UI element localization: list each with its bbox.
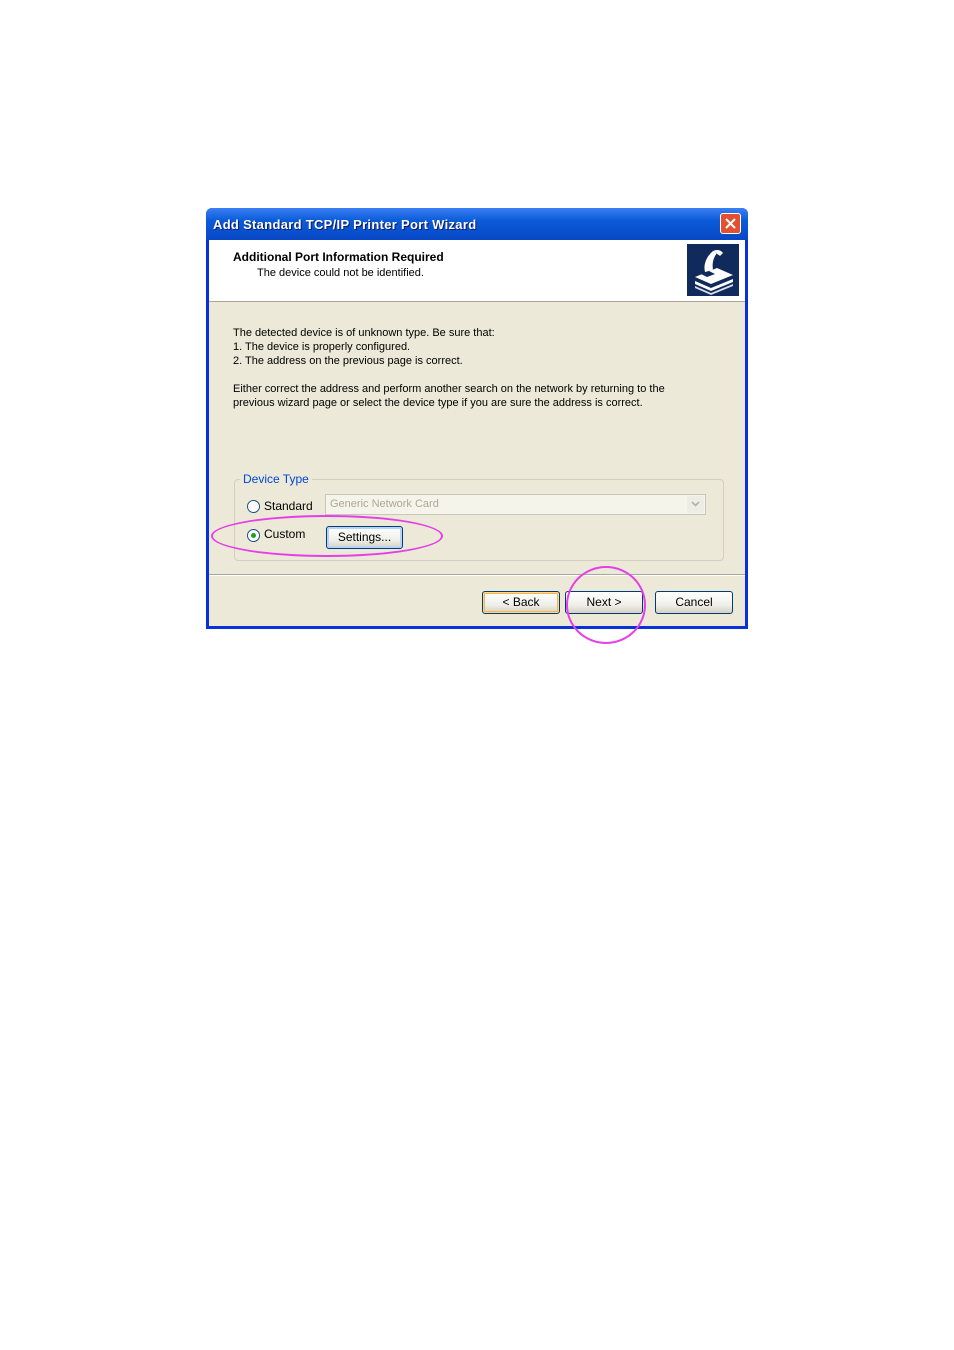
- back-button[interactable]: < Back: [482, 591, 560, 614]
- close-button[interactable]: [720, 213, 741, 234]
- wizard-header: Additional Port Information Required The…: [209, 240, 745, 302]
- info-line-2: 1. The device is properly configured.: [233, 341, 411, 353]
- next-button[interactable]: Next >: [565, 591, 643, 614]
- custom-radio-label[interactable]: Custom: [264, 527, 305, 541]
- footer-divider: [209, 574, 745, 576]
- info-paragraph-line-1: Either correct the address and perform a…: [233, 383, 665, 395]
- header-subtitle: The device could not be identified.: [257, 267, 424, 279]
- window-title: Add Standard TCP/IP Printer Port Wizard: [213, 217, 477, 232]
- info-paragraph-line-2: previous wizard page or select the devic…: [233, 397, 643, 409]
- combo-dropdown-button[interactable]: [687, 496, 704, 513]
- standard-radio-label[interactable]: Standard: [264, 499, 313, 513]
- wizard-window: Add Standard TCP/IP Printer Port Wizard …: [206, 208, 748, 629]
- info-line-3: 2. The address on the previous page is c…: [233, 355, 463, 367]
- close-icon: [725, 218, 736, 229]
- header-title: Additional Port Information Required: [233, 250, 444, 264]
- info-line-1: The detected device is of unknown type. …: [233, 327, 495, 339]
- custom-radio[interactable]: [247, 529, 260, 542]
- standard-radio[interactable]: [247, 500, 260, 513]
- device-combo-value: Generic Network Card: [330, 498, 439, 510]
- chevron-down-icon: [691, 501, 700, 507]
- device-combo[interactable]: Generic Network Card: [325, 494, 706, 515]
- cancel-button[interactable]: Cancel: [655, 591, 733, 614]
- device-type-groupbox: [234, 479, 724, 561]
- wizard-client-area: Additional Port Information Required The…: [209, 240, 745, 626]
- custom-radio-dot: [251, 533, 256, 538]
- settings-button[interactable]: Settings...: [326, 526, 403, 549]
- title-bar[interactable]: Add Standard TCP/IP Printer Port Wizard: [206, 208, 748, 240]
- device-type-legend: Device Type: [240, 472, 312, 486]
- printer-wizard-icon: [687, 244, 739, 296]
